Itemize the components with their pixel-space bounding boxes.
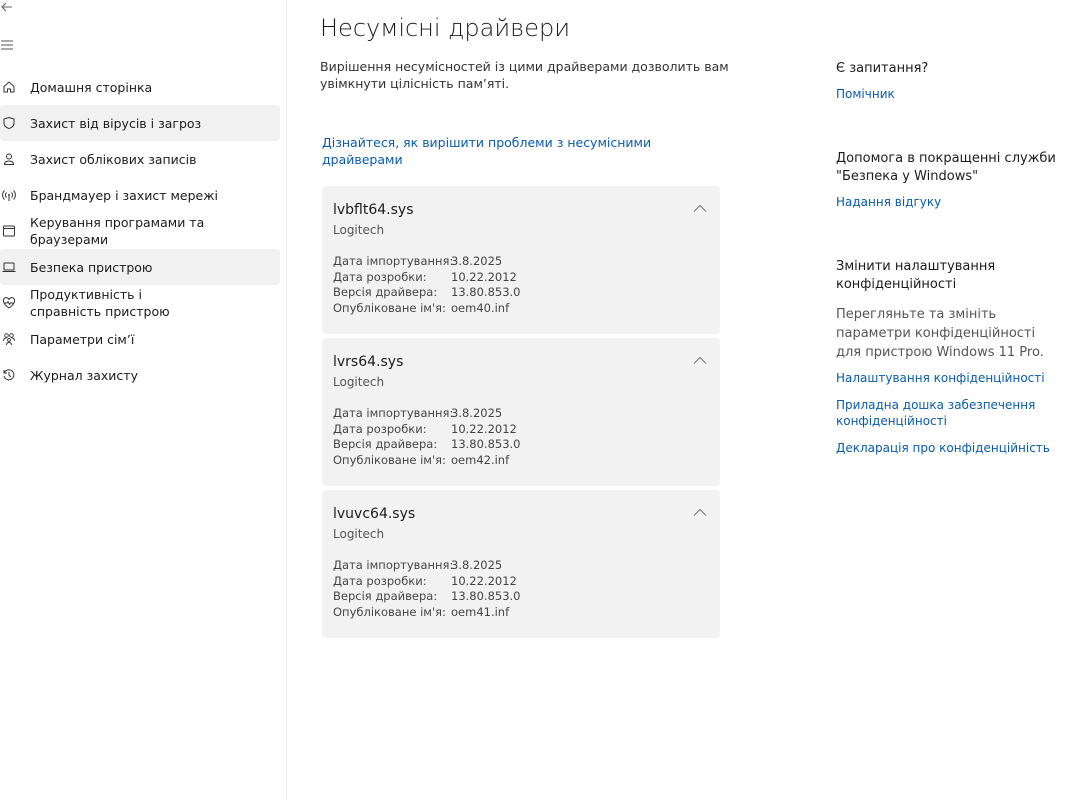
page-title: Несумісні драйвери <box>320 14 571 42</box>
helper-link[interactable]: Помічник <box>836 86 895 102</box>
sidebar-item-account-protection[interactable]: Захист облікових записів <box>0 141 280 177</box>
driver-vendor: Logitech <box>333 527 385 541</box>
feedback-link[interactable]: Надання відгуку <box>836 194 941 210</box>
sidebar-item-label: Захист облікових записів <box>30 151 197 167</box>
chevron-up-icon[interactable] <box>692 353 708 369</box>
laptop-icon <box>0 258 18 276</box>
sidebar-item-label: Параметри сім’ї <box>30 331 135 347</box>
import-date-value: 3.8.2025 <box>451 406 503 420</box>
chevron-up-icon[interactable] <box>692 505 708 521</box>
sidebar-item-family-options[interactable]: Параметри сім’ї <box>0 321 280 357</box>
nav-list: Домашня сторінка Захист від вірусів і за… <box>0 69 280 393</box>
version-value: 13.80.853.0 <box>451 285 521 299</box>
driver-details: Дата імпортування: 3.8.2025 Дата розробки… <box>333 406 521 468</box>
privacy-heading: Змінити налаштування конфіденційності <box>836 259 996 292</box>
driver-vendor: Logitech <box>333 223 385 237</box>
dev-date-label: Дата розробки: <box>333 421 427 436</box>
privacy-dashboard-link[interactable]: Приладна дошка забезпечення конфіденційн… <box>836 397 1036 429</box>
published-label: Опубліковане ім'я: <box>333 452 446 467</box>
dev-date-value: 10.22.2012 <box>451 421 517 436</box>
privacy-description: Перегляньте та змініть параметри конфіде… <box>836 307 1044 360</box>
sidebar-item-app-browser-control[interactable]: Керування програмами та браузерами <box>0 213 280 249</box>
learn-more-link[interactable]: Дізнайтеся, як вирішити проблеми з несум… <box>322 134 652 168</box>
wifi-icon <box>0 186 18 204</box>
sidebar-item-label: Продуктивність і справність пристрою <box>30 287 170 319</box>
published-value: oem41.inf <box>451 604 510 619</box>
sidebar-item-virus-protection[interactable]: Захист від вірусів і загроз <box>0 105 280 141</box>
published-value: oem42.inf <box>451 452 510 467</box>
dev-date-label: Дата розробки: <box>333 269 427 284</box>
import-date-label: Дата імпортування: <box>333 558 454 572</box>
import-date-label: Дата імпортування: <box>333 254 454 268</box>
sidebar-item-firewall[interactable]: Брандмауер і захист мережі <box>0 177 280 213</box>
shield-icon <box>0 114 18 132</box>
page-description: Вирішення несумісностей із цими драйвера… <box>320 59 729 91</box>
import-date-value: 3.8.2025 <box>451 558 503 572</box>
sidebar-item-label: Захист від вірусів і загроз <box>30 115 202 131</box>
app-window-icon <box>0 222 18 240</box>
sidebar-item-label: Брандмауер і захист мережі <box>30 187 218 203</box>
improve-heading: Допомога в покращенні служби "Безпека у … <box>836 151 1056 184</box>
sidebar-item-device-performance[interactable]: Продуктивність і справність пристрою <box>0 285 280 321</box>
import-date-label: Дата імпортування: <box>333 406 454 420</box>
version-label: Версія драйвера: <box>333 285 438 299</box>
driver-name: lvrs64.sys <box>333 354 404 370</box>
sidebar-item-label: Журнал захисту <box>30 367 138 383</box>
privacy-statement-link[interactable]: Декларація про конфіденційність <box>836 440 1050 456</box>
driver-card: lvrs64.sys Logitech Дата імпортування: 3.… <box>322 338 720 486</box>
sidebar-item-label: Керування програмами та браузерами <box>30 215 205 247</box>
question-heading: Є запитання? <box>836 61 929 76</box>
sidebar-item-label: Безпека пристрою <box>30 259 153 275</box>
home-icon <box>0 78 18 96</box>
family-icon <box>0 330 18 348</box>
driver-name: lvbflt64.sys <box>333 202 414 218</box>
privacy-settings-link[interactable]: Налаштування конфіденційності <box>836 370 1045 386</box>
dev-date-value: 10.22.2012 <box>451 269 517 284</box>
person-icon <box>0 150 18 168</box>
driver-details: Дата імпортування: 3.8.2025 Дата розробки… <box>333 558 521 620</box>
chevron-up-icon[interactable] <box>692 201 708 217</box>
heart-icon <box>0 294 18 312</box>
published-label: Опубліковане ім'я: <box>333 300 446 315</box>
hamburger-menu-icon[interactable] <box>0 38 14 56</box>
sidebar-item-label: Домашня сторінка <box>30 79 153 95</box>
version-value: 13.80.853.0 <box>451 437 521 451</box>
driver-vendor: Logitech <box>333 375 385 389</box>
dev-date-value: 10.22.2012 <box>451 573 517 588</box>
dev-date-label: Дата розробки: <box>333 573 427 588</box>
import-date-value: 3.8.2025 <box>451 254 503 268</box>
sidebar-item-device-security[interactable]: Безпека пристрою <box>0 249 280 285</box>
sidebar-item-protection-history[interactable]: Журнал захисту <box>0 357 280 393</box>
history-icon <box>0 366 18 384</box>
sidebar-item-home[interactable]: Домашня сторінка <box>0 69 280 105</box>
driver-name: lvuvc64.sys <box>333 506 416 522</box>
published-label: Опубліковане ім'я: <box>333 604 446 619</box>
version-label: Версія драйвера: <box>333 437 438 451</box>
version-label: Версія драйвера: <box>333 589 438 603</box>
driver-details: Дата імпортування: 3.8.2025 Дата розробки… <box>333 254 521 316</box>
published-value: oem40.inf <box>451 300 510 315</box>
back-arrow-icon[interactable] <box>0 0 14 18</box>
sidebar: Домашня сторінка Захист від вірусів і за… <box>0 0 287 800</box>
driver-card: lvuvc64.sys Logitech Дата імпортування: 3… <box>322 490 720 638</box>
driver-card: lvbflt64.sys Logitech Дата імпортування:… <box>322 186 720 334</box>
version-value: 13.80.853.0 <box>451 589 521 603</box>
